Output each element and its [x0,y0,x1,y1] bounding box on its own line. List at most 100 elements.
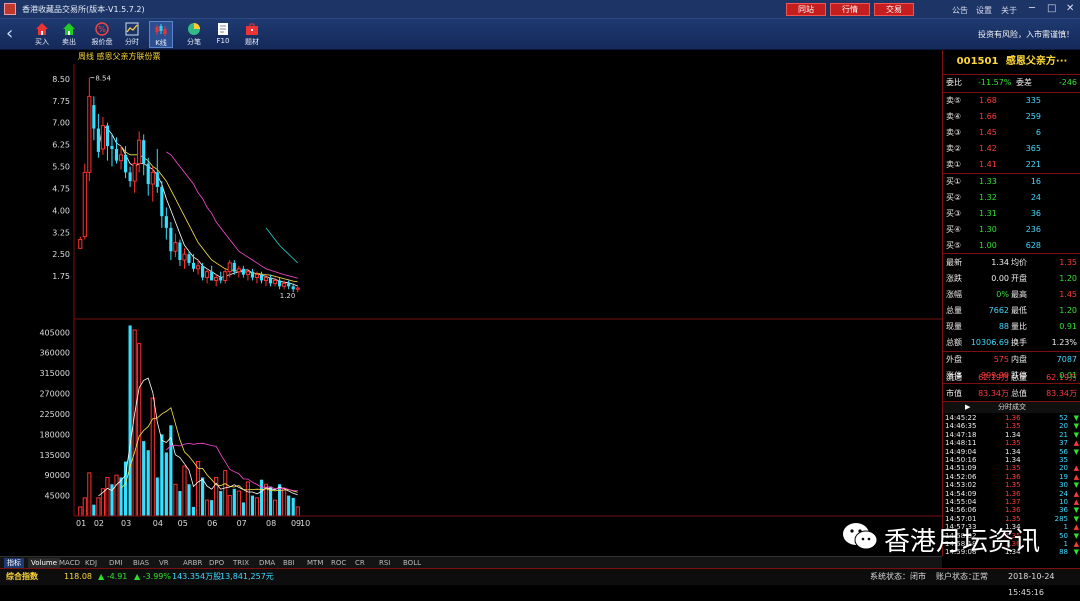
settings-link[interactable]: 设置 [976,5,992,16]
candle[interactable] [105,122,110,161]
buy-row[interactable]: 买③ 1.31 36 [943,206,1080,222]
candle[interactable] [214,274,219,287]
tab-bbi[interactable]: BBI [280,558,298,568]
candle[interactable] [142,134,146,176]
candle[interactable] [210,265,214,281]
tab-dma[interactable]: DMA [256,558,278,568]
tab-arbr[interactable]: ARBR [180,558,205,568]
candle[interactable] [195,260,201,275]
volume-bar[interactable] [232,488,236,516]
candle[interactable] [259,271,264,284]
volume-bar[interactable] [268,486,273,516]
tab-bias[interactable]: BIAS [130,558,152,568]
sell-row[interactable]: 卖① 1.41 221 [943,157,1080,173]
sell-row[interactable]: 卖③ 1.45 6 [943,125,1080,141]
candle[interactable] [287,280,291,290]
volume-bar[interactable] [178,491,182,516]
buy-row[interactable]: 买④ 1.30 236 [943,222,1080,238]
candle[interactable] [223,268,228,284]
candle[interactable] [295,286,300,293]
maximize-icon[interactable]: □ [1047,3,1056,15]
volume-bar[interactable] [114,474,119,517]
candle[interactable] [164,207,168,240]
about-link[interactable]: 关于 [1001,5,1017,16]
candle[interactable] [110,134,114,167]
volume-bar[interactable] [160,434,164,516]
volume-bar[interactable] [259,479,264,516]
volume-bar[interactable] [227,495,232,517]
quote-board-button[interactable]: % 报价盘 [90,21,114,48]
candle[interactable] [82,163,87,240]
volume-bar[interactable] [142,441,146,516]
volume-bar[interactable] [236,490,241,517]
announcement-link[interactable]: 公告 [952,5,968,16]
candle[interactable] [173,233,178,258]
candle[interactable] [219,271,223,284]
volume-bar[interactable] [210,500,214,516]
buy-button[interactable]: 买入 [30,21,54,48]
candle[interactable] [128,166,132,187]
volume-bar[interactable] [92,504,96,516]
f10-button[interactable]: F10 [211,21,235,48]
volume-bar[interactable] [187,484,191,516]
volume-bar[interactable] [254,497,260,517]
volume-bar[interactable] [241,502,245,516]
volume-bar[interactable] [128,325,132,516]
volume-bar[interactable] [146,450,150,516]
top-button-trade[interactable]: 交易 [874,3,914,16]
tab-cr[interactable]: CR [352,558,368,568]
volume-bar[interactable] [219,491,223,516]
candle[interactable] [241,265,245,278]
candle[interactable] [182,248,187,269]
topic-button[interactable]: 题材 [240,21,264,48]
candle[interactable] [100,116,106,155]
tab-kdj[interactable]: KDJ [82,558,100,568]
volume-bar[interactable] [78,506,83,517]
candle[interactable] [150,166,155,202]
kline-chart-svg[interactable]: 周线 感恩父亲方联份票 8.50 7.75 7.00 6.25 5.50 4.75 4.00 3… [0,50,942,556]
candle[interactable] [160,181,164,228]
buy-row[interactable]: 买① 1.33 16 [943,174,1080,190]
top-button-site[interactable]: 同站 [786,3,826,16]
sell-row[interactable]: 卖④ 1.66 259 [943,109,1080,125]
sell-button[interactable]: 卖出 [57,21,81,48]
tab-trix[interactable]: TRIX [230,558,252,568]
tab-vr[interactable]: VR [156,558,172,568]
kline-button[interactable]: K线 [149,21,173,48]
volume-bar[interactable] [250,495,255,516]
sell-row[interactable]: 卖⑤ 1.68 335 [943,93,1080,109]
timeshare-button[interactable]: 分时 [120,21,144,48]
volume-bar[interactable] [191,506,196,516]
candle[interactable] [96,113,100,158]
volume-bar[interactable] [295,506,300,517]
tab-rsi[interactable]: RSI [376,558,393,568]
volume-bar[interactable] [150,397,155,517]
volume-bar[interactable] [87,472,92,517]
tab-boll[interactable]: BOLL [400,558,424,568]
volume-bar[interactable] [195,461,201,517]
candle[interactable] [250,268,255,281]
tick-button[interactable]: 分笔 [182,21,206,48]
candle[interactable] [205,268,210,284]
volume-bar[interactable] [182,465,187,517]
tab-dpo[interactable]: DPO [206,558,227,568]
volume-bar[interactable] [272,499,278,517]
back-arrow-icon[interactable]: ‹ [6,24,13,44]
volume-bar[interactable] [137,343,142,517]
volume-bar[interactable] [173,483,178,517]
minimize-icon[interactable]: ─ [1029,3,1035,15]
top-button-quotes[interactable]: 行情 [830,3,870,16]
buy-row[interactable]: 买② 1.32 24 [943,190,1080,206]
volume-bar[interactable] [119,477,123,516]
close-icon[interactable]: ✕ [1066,3,1074,15]
volume-bar[interactable] [96,497,101,517]
tab-macd[interactable]: MACD [56,558,83,568]
kline-chart-area[interactable]: 周线 感恩父亲方联份票 8.50 7.75 7.00 6.25 5.50 4.75 4.00 3… [0,50,942,556]
candle[interactable] [201,262,205,281]
volume-bar[interactable] [245,481,250,517]
ticks-play-icon[interactable]: ▶ [965,402,970,413]
candle[interactable] [191,254,196,272]
candle[interactable] [137,131,142,173]
tab-dmi[interactable]: DMI [106,558,126,568]
candle[interactable] [268,274,273,287]
